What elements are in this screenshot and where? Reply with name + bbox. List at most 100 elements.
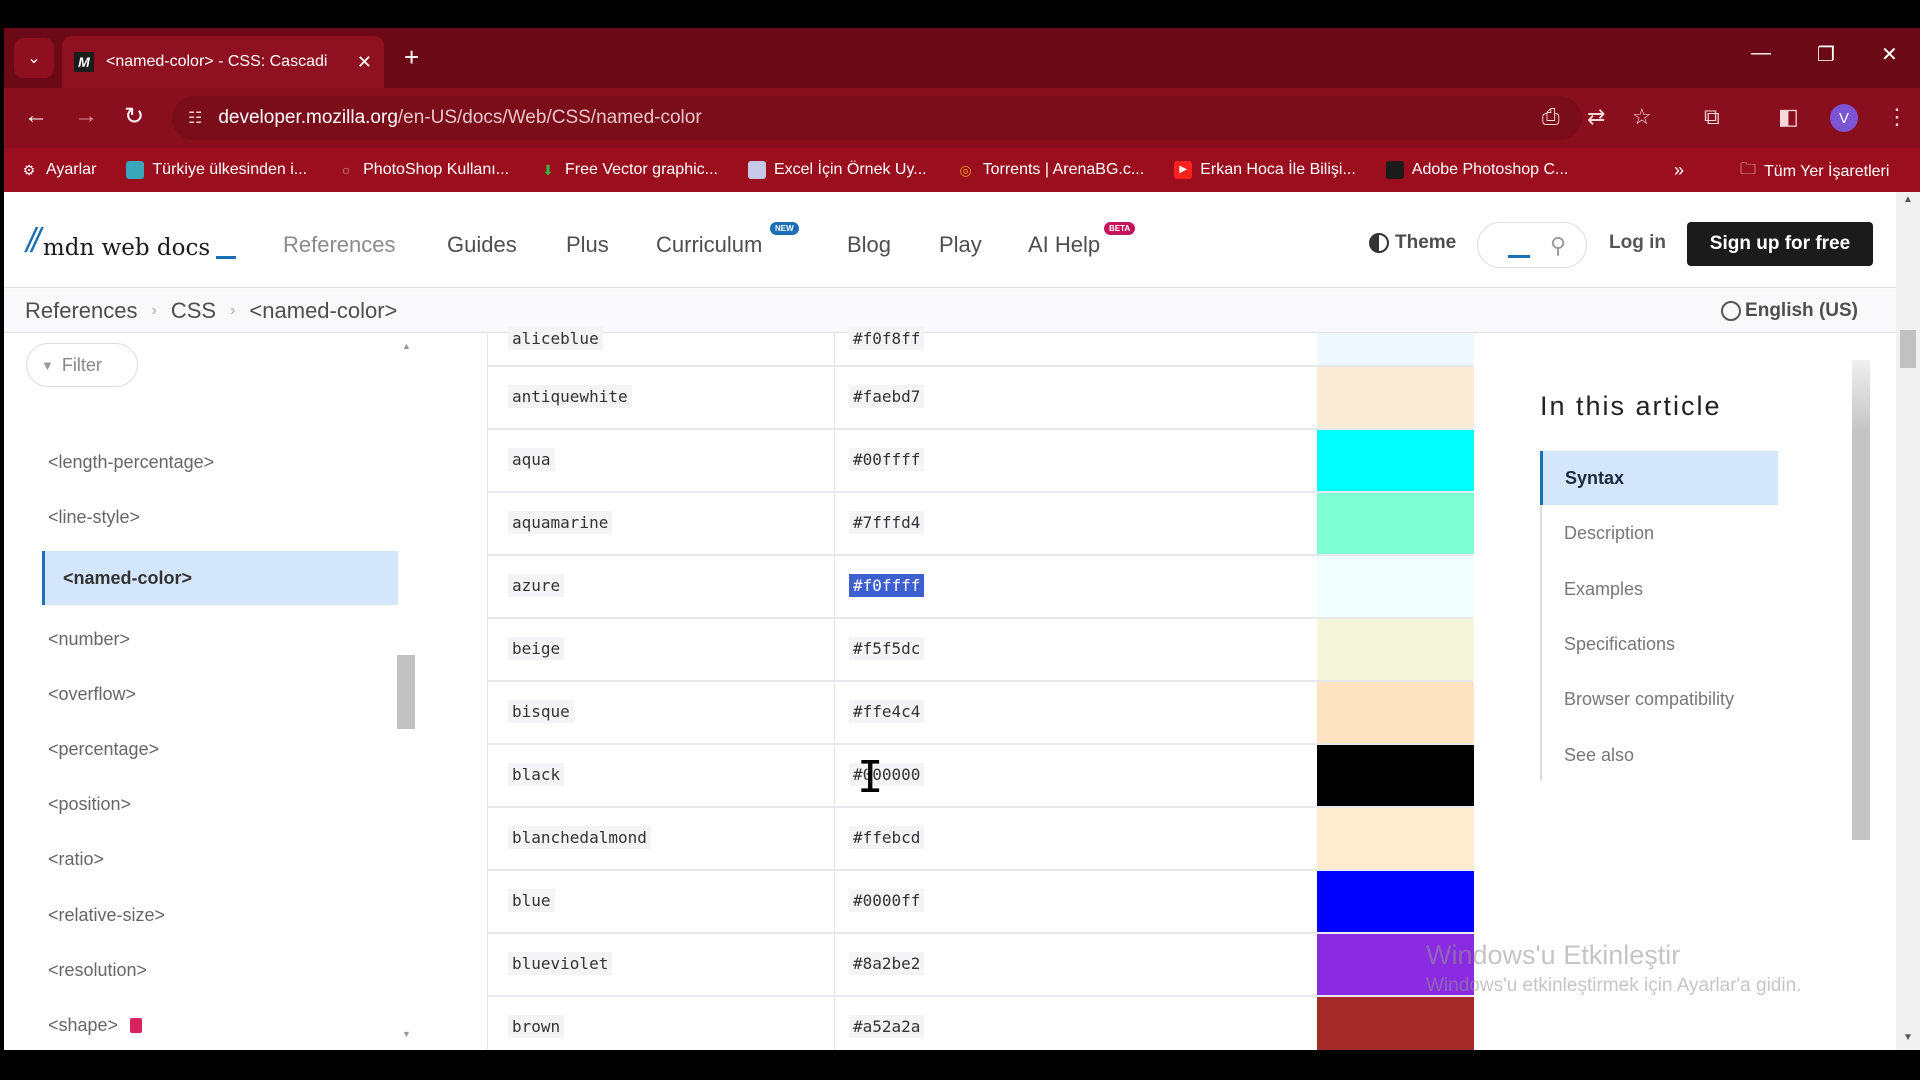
sidebar-item[interactable]: <overflow>: [48, 684, 136, 705]
mdn-logo[interactable]: //mdn web docs: [26, 222, 237, 261]
more-bookmarks-button[interactable]: »: [1674, 160, 1684, 181]
close-tab-icon[interactable]: ✕: [357, 52, 372, 73]
sidebar-item[interactable]: <number>: [48, 629, 130, 650]
filter-input[interactable]: ▼ Filter: [26, 343, 138, 387]
side-panel-icon[interactable]: ◧: [1778, 104, 1799, 130]
color-name[interactable]: antiquewhite: [508, 385, 632, 408]
color-hex[interactable]: #f0f8ff: [849, 327, 925, 350]
bookmark-star-icon[interactable]: ☆: [1632, 104, 1652, 130]
gear-icon: ⚙: [22, 162, 36, 178]
toc-item-description[interactable]: Description: [1542, 506, 1780, 560]
color-hex[interactable]: #0000ff: [849, 889, 925, 912]
color-hex[interactable]: #00ffff: [849, 448, 925, 471]
color-name[interactable]: azure: [508, 574, 565, 597]
restore-icon[interactable]: ❐: [1817, 42, 1835, 67]
sidebar-item[interactable]: <percentage>: [48, 739, 159, 760]
sidebar-item-active[interactable]: <named-color>: [42, 551, 398, 605]
tab-search-button[interactable]: ⌄: [14, 38, 54, 78]
scroll-down-icon[interactable]: ▼: [1903, 1032, 1913, 1043]
page-scrollbar-thumb[interactable]: [1900, 330, 1916, 368]
toc-scrollbar[interactable]: [1852, 360, 1870, 840]
color-hex[interactable]: #7fffd4: [849, 511, 925, 534]
scroll-up-icon[interactable]: ▲: [402, 341, 411, 351]
color-name[interactable]: blanchedalmond: [508, 826, 651, 849]
bookmark-item[interactable]: Adobe Photoshop C...: [1385, 161, 1568, 179]
sidebar-item[interactable]: <relative-size>: [48, 905, 165, 926]
color-swatch: [1317, 493, 1474, 554]
color-name[interactable]: bisque: [508, 700, 574, 723]
color-hex[interactable]: #f5f5dc: [849, 637, 925, 660]
sidebar-item[interactable]: <resolution>: [48, 960, 147, 981]
theme-button[interactable]: Theme: [1369, 232, 1456, 254]
nav-curriculum[interactable]: Curriculum: [656, 232, 762, 258]
sidebar-item[interactable]: <length-percentage>: [48, 452, 214, 473]
minimize-icon[interactable]: —: [1751, 42, 1771, 65]
sidebar-item[interactable]: <position>: [48, 794, 131, 815]
sidebar-item[interactable]: <shape>: [48, 1015, 143, 1036]
nav-references[interactable]: References: [283, 232, 396, 258]
address-bar[interactable]: ☷ developer.mozilla.org/en-US/docs/Web/C…: [172, 96, 1582, 140]
bookmark-item[interactable]: ○ PhotoShop Kullanı...: [337, 161, 509, 179]
bookmark-item[interactable]: ◎ Torrents | ArenaBG.c...: [957, 161, 1145, 179]
profile-avatar[interactable]: V: [1830, 104, 1858, 132]
sidebar-scrollbar-thumb[interactable]: [397, 655, 415, 729]
breadcrumb-references[interactable]: References: [25, 298, 138, 324]
language-switcher[interactable]: English (US): [1721, 300, 1858, 322]
color-name[interactable]: brown: [508, 1015, 565, 1038]
toc-item-syntax[interactable]: Syntax: [1540, 451, 1778, 505]
color-hex[interactable]: #8a2be2: [849, 952, 925, 975]
install-app-icon[interactable]: ⎙: [1542, 104, 1560, 130]
color-hex[interactable]: #a52a2a: [849, 1015, 925, 1038]
sidebar-item[interactable]: <ratio>: [48, 849, 104, 870]
color-name[interactable]: black: [508, 763, 565, 786]
all-bookmarks-button[interactable]: 🗀 Tüm Yer İşaretleri: [1740, 158, 1889, 185]
color-name[interactable]: blueviolet: [508, 952, 613, 975]
search-input[interactable]: ⚲: [1477, 222, 1587, 268]
nav-plus[interactable]: Plus: [566, 232, 609, 258]
back-icon[interactable]: ←: [24, 102, 48, 130]
reload-icon[interactable]: ↻: [124, 102, 144, 131]
page-scrollbar[interactable]: ▲ ▼: [1896, 192, 1920, 1050]
color-hex[interactable]: #faebd7: [849, 385, 925, 408]
toc-item-see-also[interactable]: See also: [1542, 728, 1780, 782]
breadcrumb-current[interactable]: <named-color>: [249, 298, 397, 324]
toc-item-browser-compatibility[interactable]: Browser compatibility: [1542, 672, 1780, 726]
close-window-icon[interactable]: ✕: [1881, 42, 1898, 67]
translate-icon[interactable]: ⇄: [1587, 104, 1605, 130]
color-hex[interactable]: #ffe4c4: [849, 700, 925, 723]
bookmark-item[interactable]: ⚙ Ayarlar: [20, 161, 97, 179]
color-hex[interactable]: #ffebcd: [849, 826, 925, 849]
bookmark-item[interactable]: ⬇ Free Vector graphic...: [539, 161, 718, 179]
nav-guides[interactable]: Guides: [447, 232, 517, 258]
bookmark-item[interactable]: Excel İçin Örnek Uy...: [747, 161, 927, 179]
color-name[interactable]: blue: [508, 889, 555, 912]
scroll-down-icon[interactable]: ▼: [402, 1029, 411, 1039]
sidebar-item[interactable]: <line-style>: [48, 507, 140, 528]
toc-item-specifications[interactable]: Specifications: [1542, 617, 1780, 671]
menu-icon[interactable]: ⋮: [1886, 104, 1908, 130]
browser-tab[interactable]: M <named-color> - CSS: Cascadi ✕: [62, 36, 384, 88]
search-icon[interactable]: ⚲: [1550, 233, 1566, 259]
bookmark-item[interactable]: ▶ Erkan Hoca İle Bilişi...: [1174, 161, 1356, 179]
breadcrumb-css[interactable]: CSS: [171, 298, 216, 324]
nav-ai-help[interactable]: AI Help: [1028, 232, 1100, 258]
scroll-up-icon[interactable]: ▲: [1903, 194, 1913, 205]
toc-item-examples[interactable]: Examples: [1542, 562, 1780, 616]
forward-icon[interactable]: →: [74, 102, 98, 130]
site-icon: [126, 161, 145, 179]
new-tab-button[interactable]: +: [404, 42, 419, 73]
mdn-favicon-icon: M: [74, 52, 94, 72]
nav-blog[interactable]: Blog: [847, 232, 891, 258]
color-name[interactable]: aquamarine: [508, 511, 613, 534]
nav-play[interactable]: Play: [939, 232, 982, 258]
color-name[interactable]: beige: [508, 637, 565, 660]
color-name[interactable]: aqua: [508, 448, 555, 471]
login-link[interactable]: Log in: [1609, 232, 1666, 254]
extensions-icon[interactable]: ⧉: [1704, 104, 1720, 130]
bookmark-item[interactable]: Türkiye ülkesinden i...: [126, 161, 307, 179]
site-settings-icon[interactable]: ☷: [188, 108, 202, 128]
watermark-subtitle: Windows'u etkinleştirmek için Ayarlar'a …: [1426, 975, 1802, 996]
color-name[interactable]: aliceblue: [508, 327, 603, 350]
signup-button[interactable]: Sign up for free: [1687, 222, 1873, 266]
color-hex[interactable]: #f0ffff: [849, 574, 925, 597]
